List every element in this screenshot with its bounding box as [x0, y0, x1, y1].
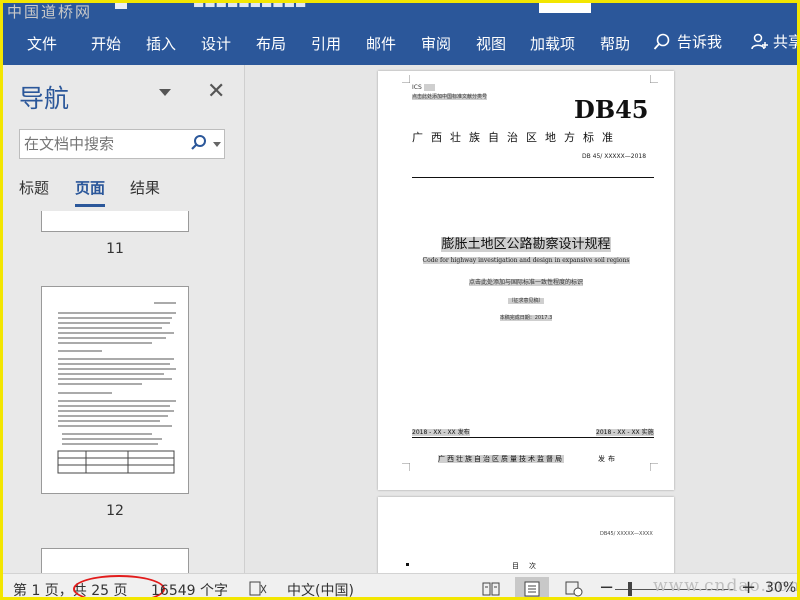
document-page-1[interactable]: ICS 点击此处添加中国标准文献分类号 DB45 广西壮族自治区地方标准 DB …: [378, 71, 674, 490]
tab-help[interactable]: 帮助: [600, 33, 630, 54]
tab-view[interactable]: 视图: [476, 33, 506, 54]
share-label: 共享: [773, 33, 797, 51]
zoom-in-button[interactable]: +: [741, 577, 756, 597]
completion-date: 本稿完成日期：2017.3: [499, 315, 553, 321]
document-title-en: Code for highway investigation and desig…: [422, 257, 630, 264]
page-thumbnail-13[interactable]: [41, 548, 189, 573]
document-page-2[interactable]: DB45/ XXXXX—XXXX 目次: [378, 497, 674, 573]
toc-heading: 目次: [512, 562, 546, 570]
sign-in-button[interactable]: [539, 3, 591, 13]
tab-home[interactable]: 开始: [91, 33, 121, 54]
crop-mark-icon: [402, 463, 410, 471]
nav-tab-results[interactable]: 结果: [130, 177, 160, 204]
read-mode-icon[interactable]: [481, 581, 501, 597]
db-code: DB45: [574, 95, 649, 124]
issue-word: 发布: [598, 455, 618, 463]
page-thumbnails: 11 12: [3, 211, 245, 573]
proofing-icon[interactable]: [249, 581, 267, 597]
word-count[interactable]: 16549 个字: [151, 580, 228, 597]
crop-mark-icon: [650, 75, 658, 83]
ics-note: 点击此处添加中国标准文献分类号: [412, 94, 488, 100]
nav-tab-pages[interactable]: 页面: [75, 177, 106, 207]
nav-search-box[interactable]: [19, 129, 225, 159]
close-icon[interactable]: ✕: [207, 79, 225, 104]
divider: [412, 437, 654, 438]
crop-mark-icon: [402, 75, 410, 83]
web-layout-icon[interactable]: [565, 581, 583, 597]
bullet: [406, 563, 409, 566]
tell-me-box[interactable]: 告诉我: [653, 31, 722, 52]
document-title: ▬▬▬▬▬▬▬▬▬▬: [193, 0, 307, 11]
page-number-12: 12: [106, 503, 124, 519]
share-button[interactable]: 共享: [751, 31, 797, 52]
implement-date: 2018 - XX - XX 实施: [596, 429, 654, 436]
status-bar: 第 1 页，共 25 页 16549 个字 中文(中国) − www.cndao…: [3, 573, 797, 597]
page-thumbnail-12[interactable]: [41, 286, 189, 494]
standard-code: DB 45/ XXXXX—2018: [582, 153, 647, 160]
app-window: 中国道桥网 ▬▬▬▬▬▬▬▬▬▬ 文件 开始 插入 设计 布局 引用 邮件 审阅…: [0, 0, 800, 600]
tab-addins[interactable]: 加载项: [530, 33, 575, 54]
lightbulb-search-icon: [653, 33, 670, 50]
search-input[interactable]: [24, 134, 184, 154]
page-number-11: 11: [106, 241, 124, 257]
divider: [412, 177, 654, 178]
search-icon[interactable]: [190, 134, 208, 152]
draft-note: （征求意见稿）: [508, 298, 544, 304]
zoom-out-button[interactable]: −: [599, 577, 614, 597]
tab-references[interactable]: 引用: [311, 33, 341, 54]
zoom-slider-thumb[interactable]: [628, 582, 632, 596]
publish-date: 2018 - XX - XX 发布: [412, 429, 470, 436]
tab-review[interactable]: 审阅: [421, 33, 451, 54]
person-add-icon: [751, 33, 768, 49]
ics-label: ICS: [412, 84, 436, 91]
zoom-level[interactable]: 30%: [765, 580, 796, 596]
tab-design[interactable]: 设计: [201, 33, 231, 54]
vertical-scrollbar[interactable]: [791, 65, 797, 573]
tab-mailings[interactable]: 邮件: [366, 33, 396, 54]
search-options-chevron-icon[interactable]: [213, 142, 221, 147]
save-icon[interactable]: [115, 3, 127, 9]
tell-me-label: 告诉我: [677, 33, 723, 51]
tab-insert[interactable]: 插入: [146, 33, 176, 54]
tab-layout[interactable]: 布局: [256, 33, 286, 54]
print-layout-icon: [524, 581, 540, 597]
nav-title: 导航: [19, 84, 70, 113]
page-thumbnail-text-lines: [57, 302, 176, 474]
document-title-cn: 膨胀土地区公路勘察设计规程: [441, 237, 611, 252]
tab-file[interactable]: 文件: [27, 33, 57, 54]
issuer: 广西壮族自治区质量技术监督局: [438, 455, 564, 463]
print-layout-button[interactable]: [515, 577, 549, 597]
navigation-pane: 导航 ✕ 标题 页面 结果 11: [3, 65, 245, 573]
consistency-note: 点击此处添加与国际标准一致性程度的标识: [468, 279, 583, 286]
crop-mark-icon: [650, 463, 658, 471]
page2-code: DB45/ XXXXX—XXXX: [600, 531, 653, 537]
page-thumbnail-11[interactable]: [41, 211, 189, 232]
document-area[interactable]: ICS 点击此处添加中国标准文献分类号 DB45 广西壮族自治区地方标准 DB …: [246, 65, 797, 573]
language[interactable]: 中文(中国): [287, 580, 354, 597]
title-bar: 中国道桥网 ▬▬▬▬▬▬▬▬▬▬: [3, 0, 797, 21]
region-standard: 广西壮族自治区地方标准: [412, 131, 621, 144]
nav-tab-headings[interactable]: 标题: [19, 177, 49, 204]
ribbon-tabs: 文件 开始 插入 设计 布局 引用 邮件 审阅 视图 加载项 帮助 告诉我 共享: [3, 19, 797, 65]
nav-options-chevron-icon[interactable]: [159, 89, 171, 96]
